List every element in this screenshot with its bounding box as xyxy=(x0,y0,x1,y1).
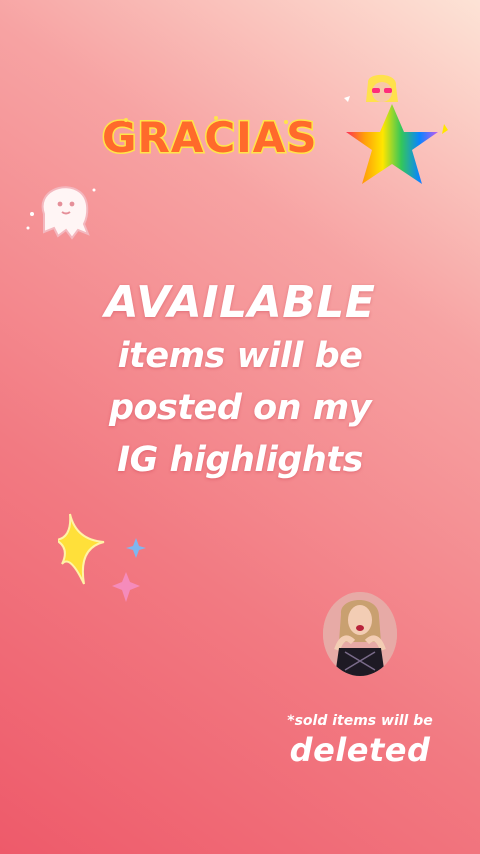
rainbow-doll-sticker-icon xyxy=(344,74,448,184)
body-line-3: IG highlights xyxy=(117,440,363,480)
avatar-gif xyxy=(323,592,397,676)
story-canvas: GRACIAS AVAILABLE items will be posted o… xyxy=(0,0,480,854)
available-headline: AVAILABLE xyxy=(104,277,376,328)
body-line-1: items will be xyxy=(117,336,363,376)
story-main-text: AVAILABLE items will be posted on my IG … xyxy=(0,276,480,486)
gracias-sticker-icon: GRACIAS xyxy=(101,112,319,164)
sparkle-stars-icon xyxy=(58,513,146,602)
sold-note-small: *sold items will be xyxy=(287,713,433,729)
body-line-2: posted on my xyxy=(108,388,372,428)
sold-items-note: *sold items will be deleted xyxy=(270,712,450,770)
ghost-sticker-icon xyxy=(26,186,96,240)
sold-note-big: deleted xyxy=(289,731,431,769)
person-gif-icon xyxy=(323,592,397,676)
